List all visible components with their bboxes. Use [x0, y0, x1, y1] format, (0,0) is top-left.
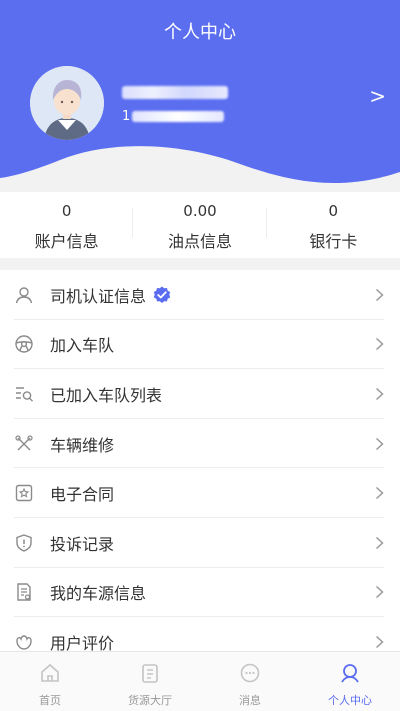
menu-item-label: 已加入车队列表: [50, 385, 163, 405]
stat-bank-card[interactable]: 0 银行卡: [267, 192, 400, 258]
menu-item-label: 投诉记录: [50, 534, 115, 554]
page-title: 个人中心: [164, 22, 236, 43]
menu-item-label: 车辆维修: [50, 435, 115, 455]
tab-label: 消息: [239, 694, 261, 707]
chevron-right-icon: [375, 288, 384, 301]
chevron-right-icon: [375, 536, 384, 549]
stat-label: 银行卡: [309, 232, 358, 251]
stat-fuel-points[interactable]: 0.00 油点信息: [133, 192, 267, 258]
phone-redacted: [132, 110, 225, 122]
wrench-icon: [14, 434, 34, 454]
flower-icon: [14, 632, 34, 651]
tab-cargo-hall[interactable]: 货源大厅: [100, 652, 200, 711]
verified-badge-icon: [153, 286, 171, 303]
cargo-doc-icon: [100, 660, 200, 686]
menu-item-joined-fleet-list[interactable]: 已加入车队列表: [0, 369, 400, 419]
user-name-redacted: [122, 86, 228, 99]
menu-item-join-fleet[interactable]: 加入车队: [0, 320, 400, 370]
menu-item-vehicle-repair[interactable]: 车辆维修: [0, 419, 400, 469]
stat-value: 0: [61, 202, 72, 220]
tab-label: 个人中心: [328, 694, 372, 707]
user-icon: [14, 285, 34, 305]
stat-label: 账户信息: [34, 232, 99, 251]
menu-item-label: 司机认证信息: [50, 286, 147, 306]
stats-bar: 0 账户信息 0.00 油点信息 0 银行卡: [0, 192, 400, 258]
steering-wheel-icon: [14, 334, 34, 354]
avatar[interactable]: [30, 66, 104, 140]
shield-alert-icon: [14, 533, 34, 553]
profile-detail-arrow[interactable]: >: [369, 84, 386, 108]
menu-item-complaint-records[interactable]: 投诉记录: [0, 518, 400, 568]
chevron-right-icon: [375, 635, 384, 649]
menu-item-label: 我的车源信息: [50, 584, 147, 604]
bottom-tab-bar: 首页 货源大厅 消息 个人中心: [0, 651, 400, 711]
menu-item-label: 用户评价: [50, 633, 115, 651]
stat-account[interactable]: 0 账户信息: [0, 192, 134, 258]
chevron-right-icon: [375, 487, 384, 500]
list-search-icon: [14, 384, 34, 404]
chevron-right-icon: [375, 437, 384, 450]
tab-label: 货源大厅: [128, 694, 172, 707]
stat-value: 0.00: [183, 202, 217, 220]
chevron-right-icon: [375, 338, 384, 351]
menu-item-label: 电子合同: [50, 485, 115, 505]
menu-item-e-contract[interactable]: 电子合同: [0, 468, 400, 518]
avatar-illustration: [30, 66, 104, 140]
tab-messages[interactable]: 消息: [200, 652, 300, 711]
stat-label: 油点信息: [167, 232, 232, 251]
user-phone: 1: [122, 108, 225, 124]
phone-prefix: 1: [122, 108, 131, 124]
stat-value: 0: [328, 202, 339, 220]
chevron-right-icon: [375, 586, 384, 599]
profile-icon: [300, 660, 400, 686]
contract-icon: [14, 483, 34, 503]
menu-item-label: 加入车队: [50, 336, 115, 356]
tab-home[interactable]: 首页: [0, 652, 100, 711]
document-icon: [14, 582, 34, 602]
menu-item-user-reviews[interactable]: 用户评价: [0, 617, 400, 651]
menu-list: 司机认证信息 加入车队 已加入车队列表 车辆维修 电子合同 投诉记录 我的车源信…: [0, 270, 400, 651]
menu-item-driver-certification[interactable]: 司机认证信息: [0, 270, 400, 320]
menu-item-my-vehicle-info[interactable]: 我的车源信息: [0, 568, 400, 618]
home-icon: [0, 660, 100, 686]
tab-profile[interactable]: 个人中心: [300, 652, 400, 711]
chevron-right-icon: [375, 387, 384, 401]
profile-header: 个人中心 1 >: [0, 0, 400, 200]
tab-label: 首页: [39, 694, 61, 707]
chat-icon: [200, 660, 300, 686]
